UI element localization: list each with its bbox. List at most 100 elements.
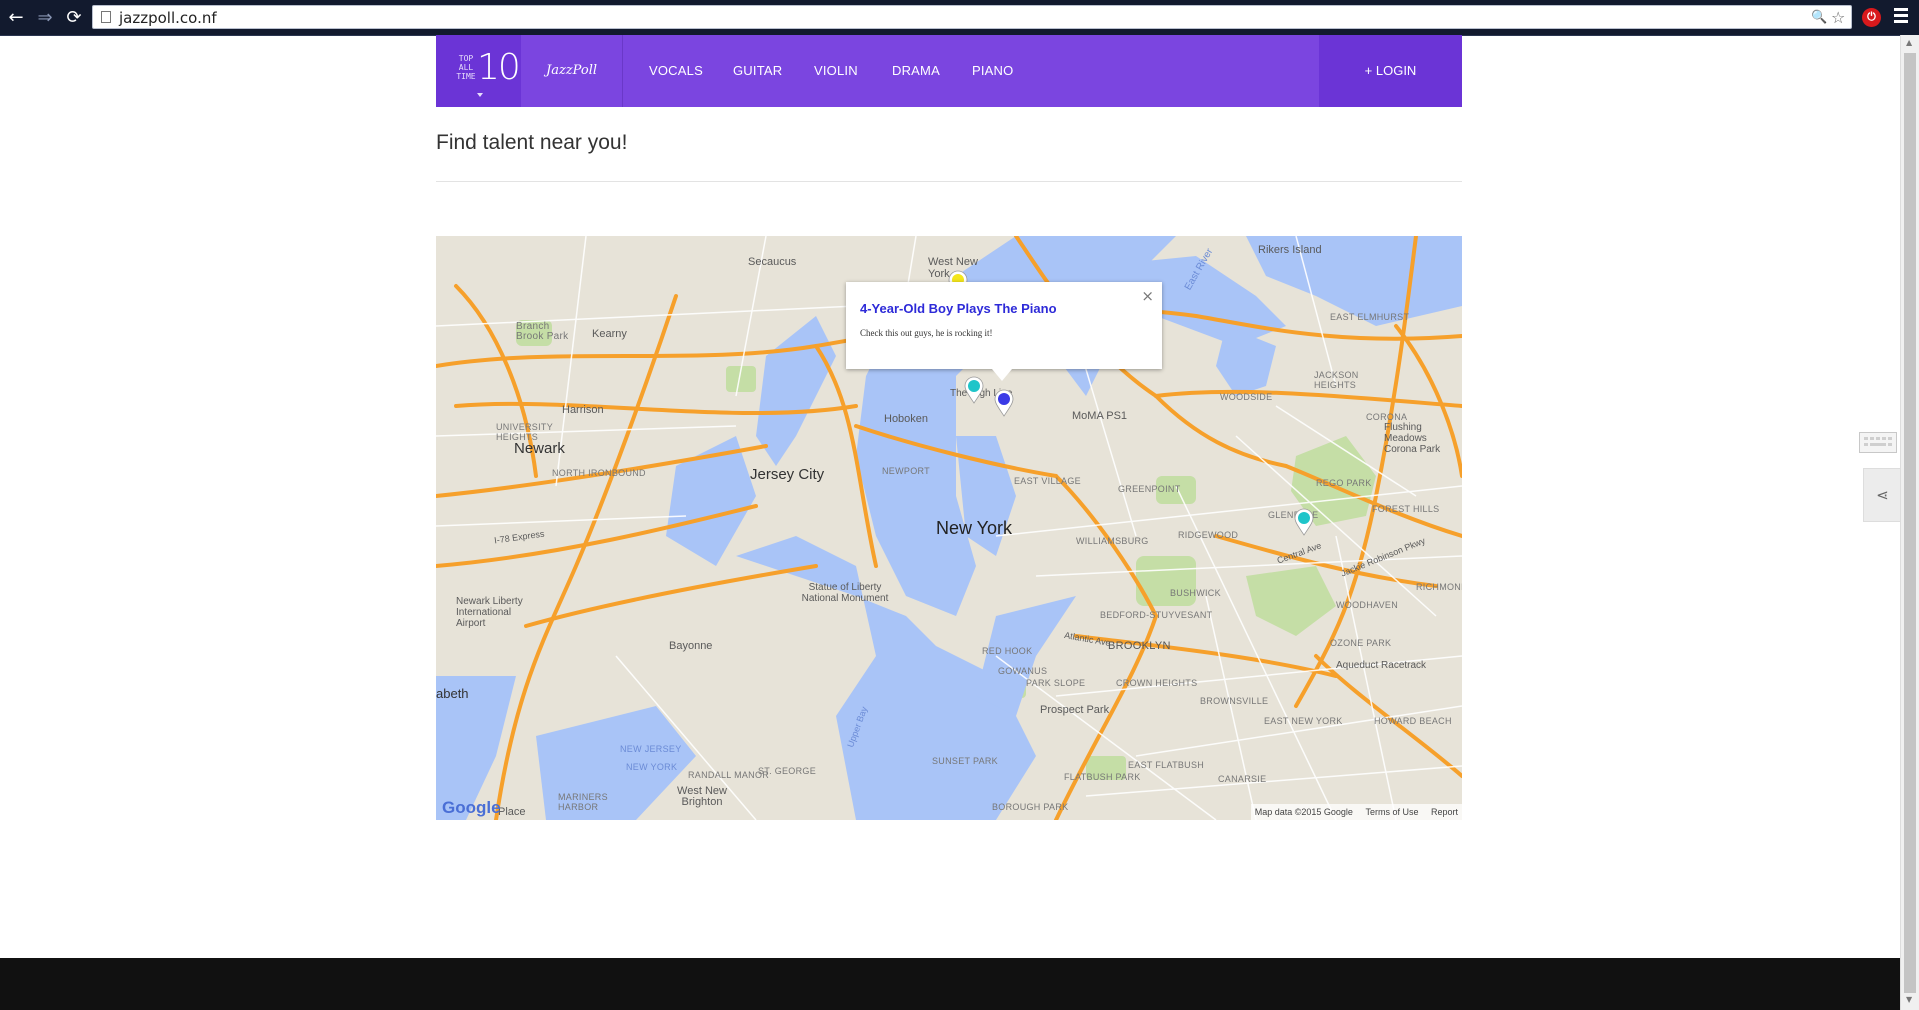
map-label: Aqueduct Racetrack xyxy=(1336,660,1427,671)
map-label: UNIVERSITY HEIGHTS xyxy=(496,422,553,442)
map-label: RIDGEWOOD xyxy=(1178,530,1239,540)
map-label: CANARSIE xyxy=(1218,774,1267,784)
search-icon[interactable]: 🔍 xyxy=(1811,10,1827,25)
divider xyxy=(436,181,1462,182)
map-label: Hoboken xyxy=(884,413,929,425)
extension-icon[interactable]: ⏻ xyxy=(1862,8,1881,27)
map-label: JACKSON HEIGHTS xyxy=(1314,370,1359,390)
map-label: SUNSET PARK xyxy=(932,756,998,766)
map-label: Rikers Island xyxy=(1258,244,1322,256)
scroll-thumb[interactable] xyxy=(1904,53,1916,993)
browser-toolbar: ← ⇒ ⟳ jazzpoll.co.nf 🔍 ☆ ⏻ xyxy=(0,0,1919,36)
map-label: FOREST HILLS xyxy=(1372,504,1440,514)
map-label: NEW YORK xyxy=(626,762,678,772)
map-label: EAST FLATBUSH xyxy=(1128,760,1205,770)
marker-teal[interactable] xyxy=(1294,508,1314,536)
scrollbar[interactable]: ▲ ▼ xyxy=(1900,35,1919,1010)
address-url[interactable]: jazzpoll.co.nf xyxy=(119,9,217,27)
map-label: EAST NEW YORK xyxy=(1264,716,1343,726)
login-button[interactable]: + LOGIN xyxy=(1319,35,1462,107)
info-popup: 4-Year-Old Boy Plays The Piano Check thi… xyxy=(846,282,1162,381)
page-icon xyxy=(101,11,111,23)
map-label: GREENPOINT xyxy=(1118,484,1181,494)
map-label: New York xyxy=(936,518,1013,538)
nav-link-violin[interactable]: VIOLIN xyxy=(814,35,858,107)
map-label: EAST VILLAGE xyxy=(1014,476,1081,486)
map-label: WOODHAVEN xyxy=(1336,600,1399,610)
menu-icon[interactable] xyxy=(1894,8,1908,26)
map-label: FLATBUSH PARK xyxy=(1064,772,1141,782)
page-title: Find talent near you! xyxy=(436,131,628,154)
map-label: GOWANUS xyxy=(998,666,1048,676)
site-nav: TOP ALL TIME 10 JazzPoll VOCALS GUITAR V… xyxy=(436,35,1462,107)
map-label: Statue of Liberty National Monument xyxy=(801,582,889,604)
forward-button[interactable]: ⇒ xyxy=(34,7,56,29)
map-label: OZONE PARK xyxy=(1330,638,1392,648)
map-label: CROWN HEIGHTS xyxy=(1116,678,1198,688)
scroll-down-icon[interactable]: ▼ xyxy=(1906,995,1912,1004)
talent-map[interactable]: Secaucus West New York Rikers Island Kea… xyxy=(436,236,1462,820)
marker-teal[interactable] xyxy=(964,376,984,404)
nav-link-drama[interactable]: DRAMA xyxy=(892,35,940,107)
map-label: Kearny xyxy=(592,328,627,340)
map-label: EAST ELMHURST xyxy=(1330,312,1410,322)
map-label: NORTH IRONBOUND xyxy=(552,468,646,478)
reload-button[interactable]: ⟳ xyxy=(63,7,85,29)
map-label: BROOKLYN xyxy=(1108,640,1171,652)
caret-down-icon xyxy=(477,93,483,97)
map-label: Flushing Meadows Corona Park xyxy=(1384,422,1441,455)
map-label: RANDALL MANOR xyxy=(688,770,770,780)
map-label: BUSHWICK xyxy=(1170,588,1221,598)
badge-number: 10 xyxy=(477,47,521,88)
badge-caption: TOP ALL TIME xyxy=(456,54,476,81)
popup-text: Check this out guys, he is rocking it! xyxy=(860,328,993,338)
marker-blue[interactable] xyxy=(994,389,1014,417)
map-label: Branch Brook Park xyxy=(516,321,569,342)
scroll-up-icon[interactable]: ▲ xyxy=(1906,38,1912,47)
map-label: WOODSIDE xyxy=(1220,392,1273,402)
map-label: West New Brighton xyxy=(677,785,727,808)
bookmark-star-icon[interactable]: ☆ xyxy=(1831,8,1845,27)
keyboard-icon[interactable] xyxy=(1859,432,1897,453)
map-label: CORONA xyxy=(1366,412,1408,422)
back-button[interactable]: ← xyxy=(5,7,27,29)
address-bar[interactable]: jazzpoll.co.nf 🔍 ☆ xyxy=(92,5,1852,29)
map-label: Prospect Park xyxy=(1040,704,1110,716)
map-label: BROWNSVILLE xyxy=(1200,696,1269,706)
map-label: REGO PARK xyxy=(1316,478,1372,488)
nav-link-vocals[interactable]: VOCALS xyxy=(649,35,703,107)
map-label: WILLIAMSBURG xyxy=(1076,536,1149,546)
report-link[interactable]: Report xyxy=(1431,807,1458,817)
share-icon[interactable]: ⋖ xyxy=(1863,468,1902,522)
map-label: RED HOOK xyxy=(982,646,1033,656)
map-label: NEWPORT xyxy=(882,466,930,476)
page-footer xyxy=(0,958,1900,1010)
google-logo: Google xyxy=(442,798,501,817)
map-label: BEDFORD-STUYVESANT xyxy=(1100,610,1213,620)
map-data-credit: Map data ©2015 Google xyxy=(1254,807,1353,817)
map-label: PARK SLOPE xyxy=(1026,678,1086,688)
map-label: Jersey City xyxy=(750,466,825,483)
map-label: MoMA PS1 xyxy=(1072,410,1128,422)
map-label: Newark Liberty International Airport xyxy=(456,596,523,629)
map-label: RICHMOND xyxy=(1416,582,1462,592)
map-label: ST. GEORGE xyxy=(758,766,817,776)
nav-link-piano[interactable]: PIANO xyxy=(972,35,1013,107)
site-logo[interactable]: JazzPoll xyxy=(521,35,623,107)
close-icon[interactable]: × xyxy=(1141,287,1154,305)
map-footer: Map data ©2015 Google Terms of Use Repor… xyxy=(1250,804,1462,820)
map-label: Harrison xyxy=(562,404,604,416)
map-label: Newark xyxy=(514,440,565,457)
map-label: Bayonne xyxy=(669,640,713,652)
map-label: MARINERS HARBOR xyxy=(558,792,608,812)
popup-title[interactable]: 4-Year-Old Boy Plays The Piano xyxy=(860,301,1057,316)
nav-link-guitar[interactable]: GUITAR xyxy=(733,35,782,107)
map-label: Secaucus xyxy=(748,256,797,268)
map-label: HOWARD BEACH xyxy=(1374,716,1452,726)
map-label: NEW JERSEY xyxy=(620,744,682,754)
map-label: BOROUGH PARK xyxy=(992,802,1069,812)
map-label: abeth xyxy=(436,686,469,701)
terms-link[interactable]: Terms of Use xyxy=(1365,807,1418,817)
map-label: Place xyxy=(498,806,526,818)
top-ten-badge[interactable]: TOP ALL TIME 10 xyxy=(436,35,521,107)
